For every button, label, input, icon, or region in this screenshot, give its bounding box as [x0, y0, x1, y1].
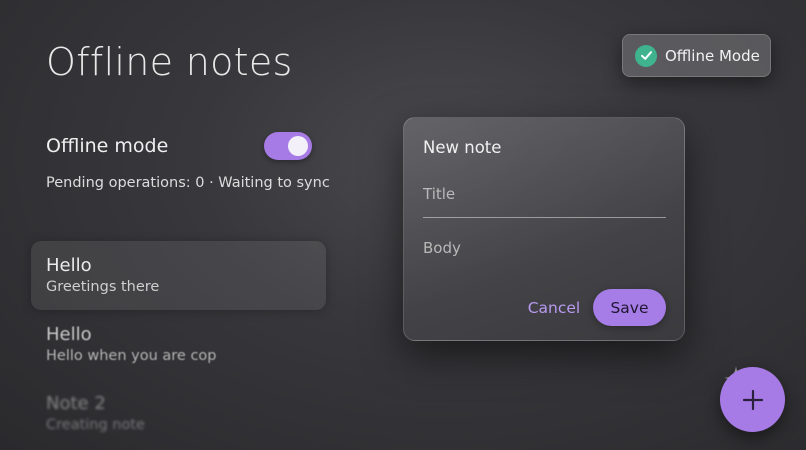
- offline-mode-badge-label: Offline Mode: [665, 46, 760, 65]
- new-note-dialog: New note Cancel Save: [403, 117, 685, 341]
- offline-mode-toggle[interactable]: [264, 132, 312, 160]
- dialog-title: New note: [423, 138, 502, 157]
- note-item[interactable]: Hello Hello when you are cop: [31, 310, 326, 379]
- offline-mode-label: Offline mode: [46, 135, 169, 157]
- offline-mode-badge: Offline Mode: [622, 34, 771, 77]
- note-subtitle: Hello when you are cop: [46, 348, 217, 364]
- page-title: Offline notes: [46, 40, 293, 84]
- note-item[interactable]: Hello Greetings there: [31, 241, 326, 310]
- check-icon: [635, 44, 657, 67]
- plus-icon: [742, 389, 763, 410]
- note-subtitle: Greetings there: [46, 279, 160, 295]
- cancel-button[interactable]: Cancel: [522, 290, 586, 326]
- note-title: Note 2: [46, 393, 106, 414]
- toggle-knob: [288, 136, 308, 156]
- note-title-input[interactable]: [423, 182, 666, 218]
- note-title: Hello: [46, 255, 92, 276]
- note-item[interactable]: Note 2 Creating note: [31, 379, 326, 448]
- note-body-input[interactable]: [423, 236, 666, 260]
- pending-operations-status: Pending operations: 0 · Waiting to sync: [46, 175, 330, 191]
- add-note-button[interactable]: [720, 367, 785, 432]
- note-list: Hello Greetings there Hello Hello when y…: [31, 241, 326, 448]
- save-button[interactable]: Save: [593, 289, 666, 326]
- note-subtitle: Creating note: [46, 417, 145, 433]
- note-title: Hello: [46, 324, 92, 345]
